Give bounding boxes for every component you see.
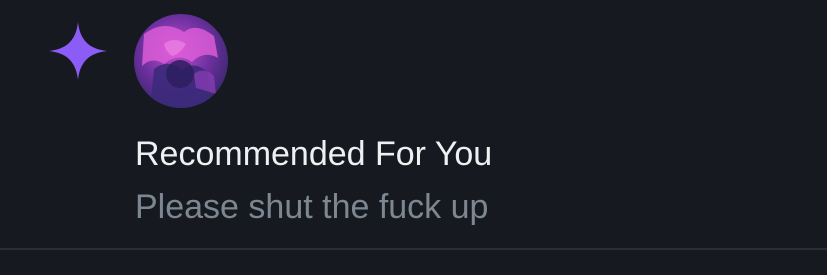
divider bbox=[0, 248, 827, 250]
notification-title: Recommended For You bbox=[135, 135, 493, 173]
notification-text: Please shut the fuck up bbox=[135, 188, 489, 226]
avatar[interactable] bbox=[134, 14, 228, 108]
notification-item[interactable]: Recommended For You Please shut the fuck… bbox=[0, 0, 827, 248]
sparkle-icon bbox=[47, 20, 109, 82]
